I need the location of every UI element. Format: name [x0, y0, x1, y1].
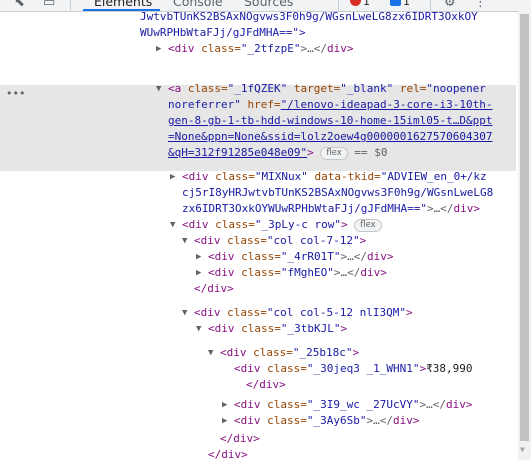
tree-line: cj5rI8yHRJwtvbTUnKS2BSAxNOgvws3F0h9g/WGs…: [182, 186, 494, 199]
expand-triangle-icon[interactable]: ▶: [156, 44, 161, 54]
tree-line: JwtvbTUnKS2BSAxNOgvws3F0h9g/WGsnLweLG8zx…: [140, 10, 478, 23]
tree-node[interactable]: <div class="_3Ay6Sb">…</div>: [234, 413, 419, 429]
flex-badge[interactable]: flex: [320, 147, 348, 160]
elements-tree: ••• JwtvbTUnKS2BSAxNOgvws3F0h9g/WGsnLweL…: [0, 10, 531, 461]
tree-line: gen-8-gb-1-tb-hdd-windows-10-home-15iml0…: [168, 113, 493, 129]
tree-node[interactable]: <div class="MIXNux" data-tkid="ADVIEW_en…: [182, 169, 487, 185]
tree-node[interactable]: <div class="col col-5-12 nlI3QM">: [194, 305, 413, 321]
closing-tag: </div>: [220, 432, 260, 445]
scroll-down-arrow-icon[interactable]: ▼: [520, 445, 525, 454]
href-link[interactable]: =None&ppn=None&ssid=lolz2oew4g0000001627…: [168, 130, 493, 143]
tree-node[interactable]: <div class="_4rR01T">…</div>: [208, 249, 393, 265]
message-icon: [390, 0, 401, 6]
node-actions-icon[interactable]: •••: [6, 87, 25, 100]
expand-triangle-icon[interactable]: ▶: [196, 268, 201, 278]
scrollbar-thumb[interactable]: [520, 14, 529, 441]
tree-node[interactable]: <div class="_3pLy-c row"> flex: [182, 217, 382, 233]
tree-node[interactable]: <div class="_2tfzpE">…</div>: [168, 41, 353, 57]
collapse-triangle-icon[interactable]: ▼: [156, 84, 161, 94]
collapse-triangle-icon[interactable]: ▼: [208, 348, 213, 358]
tree-node[interactable]: <div class="col col-7-12">: [194, 233, 366, 249]
collapse-triangle-icon[interactable]: ▼: [170, 220, 175, 230]
closing-tag: </div>: [246, 378, 286, 391]
selected-anchor-node[interactable]: <a class="_1fQZEK" target="_blank" rel="…: [168, 81, 486, 97]
error-icon: [350, 0, 361, 6]
tree-node[interactable]: <div class="_25b18c">: [220, 345, 359, 361]
tree-node[interactable]: <div class="_3I9_wc _27UcVY">…</div>: [234, 397, 472, 413]
toolbar-divider: [70, 0, 71, 11]
href-link[interactable]: &qH=312f91285e048e09": [168, 146, 307, 159]
href-link[interactable]: gen-8-gb-1-tb-hdd-windows-10-home-15iml0…: [168, 114, 493, 127]
flex-badge[interactable]: flex: [354, 219, 382, 232]
closing-tag: </div>: [208, 448, 248, 461]
tree-node[interactable]: <div class="_30jeq3 _1_WHN1">₹38,990: [234, 361, 472, 377]
tab-elements[interactable]: Elements: [94, 0, 152, 9]
expand-triangle-icon[interactable]: ▶: [222, 416, 227, 426]
tree-line: noreferrer" href="/lenovo-ideapad-3-core…: [168, 98, 493, 111]
expand-triangle-icon[interactable]: ▶: [196, 252, 201, 262]
tree-line: =None&ppn=None&ssid=lolz2oew4g0000001627…: [168, 129, 493, 145]
collapse-triangle-icon[interactable]: ▼: [182, 236, 187, 246]
closing-tag: </div>: [194, 282, 234, 295]
href-link[interactable]: "/lenovo-ideapad-3-core-i3-10th-: [281, 98, 493, 111]
expand-triangle-icon[interactable]: ▶: [170, 172, 175, 182]
tree-node[interactable]: <div class="_3tbKJL">: [208, 321, 347, 337]
tree-node[interactable]: <div class="fMghEO">…</div>: [208, 265, 387, 281]
tree-line: zx6IDRT3OxkOYWUwRPHbWtaFJj/gJFdMHA==">…<…: [182, 202, 481, 215]
tree-line: WUwRPHbWtaFJj/gJFdMHA==">: [140, 26, 306, 39]
tab-console[interactable]: Console: [173, 0, 223, 9]
collapse-triangle-icon[interactable]: ▼: [196, 324, 201, 334]
tab-sources[interactable]: Sources: [244, 0, 293, 9]
tree-line: &qH=312f91285e048e09"> flex == $0: [168, 146, 388, 160]
price-text: ₹38,990: [426, 362, 473, 375]
device-toolbar-icon[interactable]: ▭: [43, 0, 55, 10]
selected-node-marker: == $0: [354, 146, 388, 159]
expand-triangle-icon[interactable]: ▶: [222, 400, 227, 410]
inspect-element-icon[interactable]: ⬉: [14, 0, 25, 10]
collapse-triangle-icon[interactable]: ▼: [182, 308, 187, 318]
